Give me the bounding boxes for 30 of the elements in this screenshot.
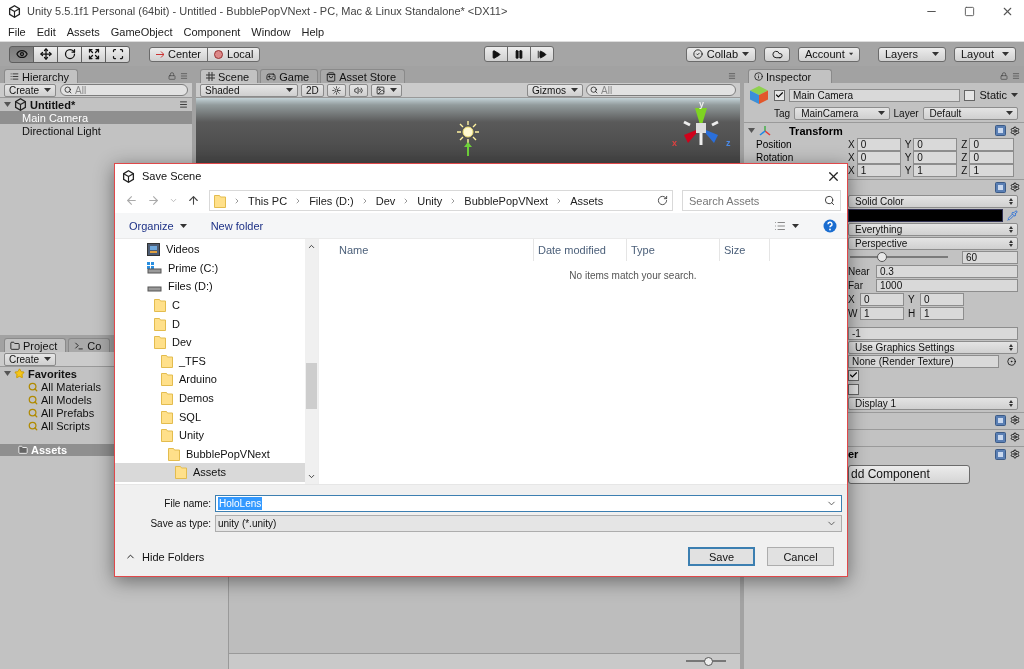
axis-label: x: [672, 138, 677, 148]
field-label: Tag: [774, 107, 791, 119]
axis-label: Z: [961, 152, 968, 163]
axis-label: Z: [961, 165, 968, 176]
field-label: Save as type:: [149, 518, 212, 529]
field-label: H: [908, 307, 916, 319]
field-label: Near: [848, 265, 871, 277]
static-label: Static: [979, 89, 1007, 101]
dialog-title: Save Scene: [142, 170, 202, 182]
axis-label: X: [848, 152, 855, 163]
component-title: er: [847, 448, 859, 460]
axis-label: Y: [904, 165, 912, 176]
field-label: X: [848, 293, 856, 305]
field-label: Layer: [893, 107, 919, 119]
axis-label: Y: [904, 152, 912, 163]
axis-label: y: [699, 99, 704, 109]
window-title: Unity 5.5.1f1 Personal (64bit) - Untitled - BubblePopVNext - PC, Mac & Linux Standalone* <DX11>: [27, 5, 508, 17]
component-title: Transform: [789, 124, 843, 137]
empty-message: No items match your search.: [569, 270, 697, 281]
field-label: W: [848, 307, 856, 319]
axis-label: Y: [904, 139, 912, 150]
field-label: Far: [848, 279, 864, 291]
axis-label: X: [848, 139, 855, 150]
axis-label: z: [726, 138, 731, 148]
axis-label: Z: [961, 139, 968, 150]
field-label: Rotation: [756, 152, 795, 163]
field-label: File name:: [163, 498, 212, 509]
axis-label: X: [848, 165, 855, 176]
field-label: Y: [908, 293, 916, 305]
field-label: Position: [756, 139, 793, 150]
